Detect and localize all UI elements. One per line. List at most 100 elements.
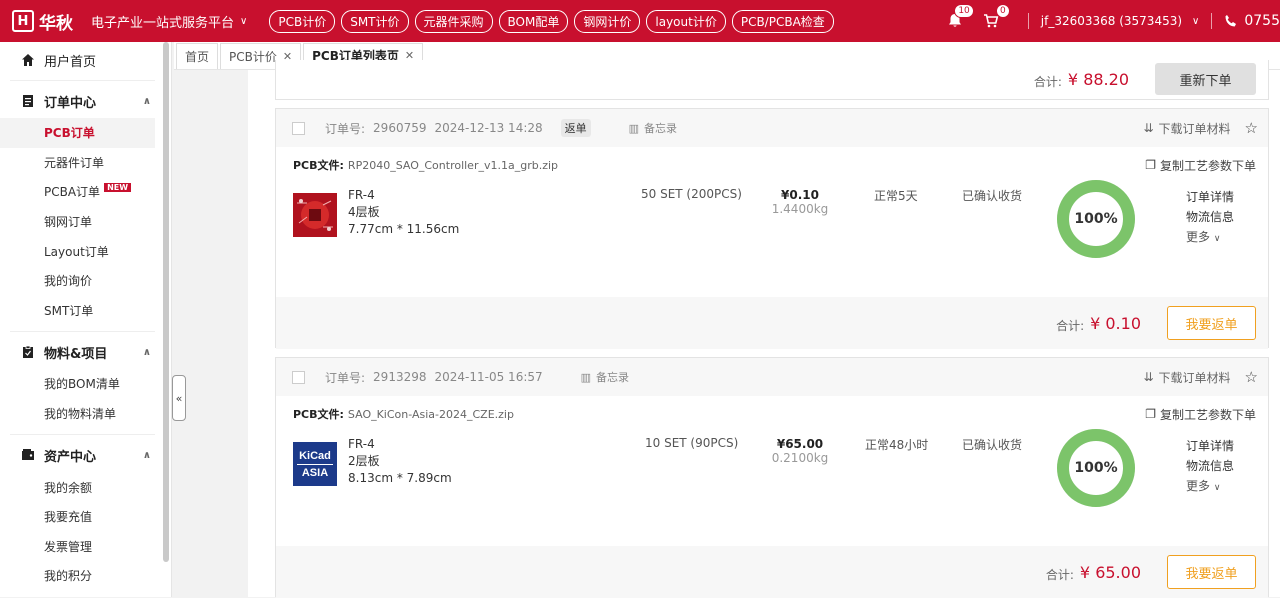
material: FR-4: [348, 188, 375, 202]
download-label: 下载订单材料: [1158, 121, 1231, 136]
pill-pcb-quote[interactable]: PCB计价: [269, 9, 336, 33]
quick-links: PCB计价 SMT计价 元器件采购 BOM配单 钢网计价 layout计价 PC…: [269, 9, 834, 33]
pcb-file-name[interactable]: SAO_KiCon-Asia-2024_CZE.zip: [348, 408, 514, 421]
tab-home[interactable]: 首页: [176, 43, 219, 69]
progress-ring: 100%: [1056, 428, 1136, 508]
sidebar-item-component-orders[interactable]: 元器件订单: [0, 148, 171, 178]
copy-params-button[interactable]: ❐ 复制工艺参数下单: [1145, 157, 1256, 174]
copy-params-button[interactable]: ❐ 复制工艺参数下单: [1145, 406, 1256, 423]
more-menu[interactable]: 更多 ∨: [1186, 227, 1234, 249]
total-amount: ¥ 88.20: [1067, 69, 1129, 89]
sidebar-item-points[interactable]: 我的积分: [0, 561, 171, 591]
logo[interactable]: H 华秋: [12, 9, 73, 34]
memo-icon: ▥: [628, 121, 640, 135]
sidebar-item-home[interactable]: 用户首页: [0, 43, 171, 77]
board-size: 8.13cm * 7.89cm: [348, 471, 452, 485]
sidebar-group-materials[interactable]: 物料&项目 ∧: [0, 335, 171, 369]
logo-text: 华秋: [39, 13, 73, 34]
download-materials-button[interactable]: ⇊ 下载订单材料: [1143, 369, 1230, 386]
quantity: 10 SET (90PCS): [645, 436, 739, 450]
top-right: 10 0 jf_32603368 (3573453) ∨ 0755: [944, 0, 1280, 42]
sidebar-scrollbar[interactable]: [163, 42, 169, 562]
order-detail-link[interactable]: 订单详情: [1186, 436, 1234, 456]
sidebar-item-material-list[interactable]: 我的物料清单: [0, 399, 171, 429]
sidebar-item-pcb-orders[interactable]: PCB订单: [0, 118, 155, 148]
unit-price: ¥0.10: [781, 188, 819, 202]
copy-icon: ❐: [1145, 407, 1156, 421]
order-card-footer: 合计: ¥ 0.10 我要返单: [276, 297, 1268, 349]
sidebar-group-orders[interactable]: 订单中心 ∧: [0, 84, 171, 118]
pcb-thumbnail: [293, 193, 337, 237]
material: FR-4: [348, 437, 375, 451]
collapse-sidebar-button[interactable]: «: [172, 375, 186, 421]
pcb-file-name[interactable]: RP2040_SAO_Controller_v1.1a_grb.zip: [348, 159, 558, 172]
platform-menu[interactable]: 电子产业一站式服务平台 ∨: [91, 12, 247, 31]
sidebar-item-pcba-orders[interactable]: PCBA订单 NEW: [0, 177, 171, 207]
more-menu[interactable]: 更多 ∨: [1186, 476, 1234, 498]
download-icon: ⇊: [1143, 370, 1154, 384]
pcb-file-row: PCB文件: RP2040_SAO_Controller_v1.1a_grb.z…: [276, 147, 1268, 183]
reorder-request-button[interactable]: 我要返单: [1167, 306, 1256, 340]
total-label: 合计:: [1056, 318, 1085, 333]
notification-button[interactable]: 10: [944, 4, 974, 32]
cart-icon: [983, 14, 999, 28]
download-materials-button[interactable]: ⇊ 下载订单材料: [1143, 120, 1230, 137]
weight: 1.4400kg: [771, 202, 829, 216]
thumbnail-text: ASIA: [301, 466, 329, 479]
star-icon[interactable]: ☆: [1245, 119, 1258, 137]
tab-label: 首页: [185, 50, 210, 64]
pill-smt-quote[interactable]: SMT计价: [341, 9, 409, 33]
clipboard-icon: [20, 344, 36, 360]
chevron-down-icon: ∨: [1213, 483, 1221, 493]
sidebar-item-inquiries[interactable]: 我的询价: [0, 266, 171, 296]
total-amount: ¥ 65.00: [1079, 562, 1141, 582]
order-links: 订单详情 物流信息 更多 ∨: [1186, 436, 1234, 498]
order-detail-link[interactable]: 订单详情: [1186, 187, 1234, 207]
reorder-request-button[interactable]: 我要返单: [1167, 555, 1256, 589]
sidebar-group-assets[interactable]: 资产中心 ∧: [0, 438, 171, 472]
logistics-link[interactable]: 物流信息: [1186, 207, 1234, 227]
divider: [10, 80, 155, 81]
reorder-button[interactable]: 重新下单: [1155, 63, 1256, 95]
lead-time: 正常5天: [874, 189, 918, 203]
user-menu[interactable]: jf_32603368 (3573453) ∨: [1041, 14, 1200, 28]
sidebar-item-label: 用户首页: [44, 54, 97, 70]
sidebar-group-label: 物料&项目: [44, 346, 108, 362]
more-label: 更多: [1186, 479, 1211, 493]
board-size: 7.77cm * 11.56cm: [348, 222, 460, 236]
order-date: 2024-12-13 14:28: [434, 121, 543, 135]
star-icon[interactable]: ☆: [1245, 368, 1258, 386]
pill-stencil[interactable]: 钢网计价: [574, 9, 641, 33]
sidebar-item-invoices[interactable]: 发票管理: [0, 532, 171, 562]
price-block: ¥0.10 1.4400kg: [771, 188, 829, 216]
chevron-down-icon: ∨: [240, 15, 248, 27]
pill-pcba-check[interactable]: PCB/PCBA检查: [731, 9, 834, 33]
sidebar-item-smt-orders[interactable]: SMT订单: [0, 296, 171, 326]
reorder-tag: 返单: [560, 119, 591, 137]
sidebar-item-recharge[interactable]: 我要充值: [0, 502, 171, 532]
sidebar-item-bom-list[interactable]: 我的BOM清单: [0, 369, 171, 399]
progress-percent: 100%: [1074, 211, 1118, 227]
memo-button[interactable]: ▥ 备忘录: [581, 369, 629, 385]
order-checkbox[interactable]: [292, 121, 305, 135]
layers: 4层板: [348, 205, 380, 219]
divider: [10, 331, 155, 333]
total-label: 合计:: [1033, 74, 1062, 89]
pill-bom[interactable]: BOM配单: [498, 9, 569, 33]
sidebar-item-stencil-orders[interactable]: 钢网订单: [0, 207, 171, 237]
sidebar-item-layout-orders[interactable]: Layout订单: [0, 236, 171, 266]
platform-label: 电子产业一站式服务平台: [91, 15, 235, 31]
order-id: 2960759: [373, 121, 427, 135]
order-id-label: 订单号:: [325, 121, 366, 136]
logistics-link[interactable]: 物流信息: [1186, 456, 1234, 476]
copy-label: 复制工艺参数下单: [1159, 407, 1256, 422]
pcb-file-row: PCB文件: SAO_KiCon-Asia-2024_CZE.zip ❐ 复制工艺…: [276, 396, 1268, 432]
cart-button[interactable]: 0: [980, 4, 1010, 32]
memo-button[interactable]: ▥ 备忘录: [629, 120, 677, 136]
pill-layout[interactable]: layout计价: [646, 9, 726, 33]
order-checkbox[interactable]: [292, 370, 305, 384]
pill-components[interactable]: 元器件采购: [414, 9, 493, 33]
order-links: 订单详情 物流信息 更多 ∨: [1186, 187, 1234, 249]
order-actions: ⇊ 下载订单材料 ☆: [1143, 109, 1258, 147]
sidebar-item-balance[interactable]: 我的余额: [0, 472, 171, 502]
